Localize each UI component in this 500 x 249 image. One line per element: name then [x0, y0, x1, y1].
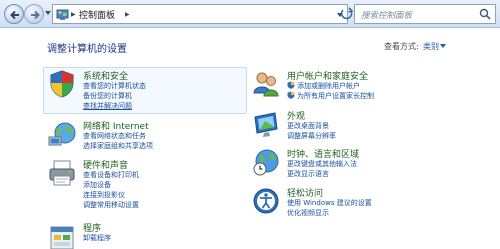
link-add-remove-accounts[interactable]: 添加或删除用户帐户 — [297, 81, 360, 91]
clock-globe-icon — [253, 149, 279, 176]
navigation-bar: ▶ 控制面板 ▶ 搜索控制面板 — [0, 0, 500, 28]
link-backup-computer[interactable]: 备份您的计算机 — [83, 91, 132, 101]
link-find-fix-problems[interactable]: 查找并解决问题 — [83, 101, 132, 111]
view-by-label: 查看方式: — [384, 42, 419, 51]
users-icon — [253, 72, 279, 97]
breadcrumb-arrow[interactable]: ▶ — [125, 11, 130, 18]
back-button[interactable] — [4, 4, 24, 24]
chevron-down-icon[interactable] — [440, 44, 446, 48]
control-panel-icon — [56, 9, 69, 20]
search-box[interactable]: 搜索控制面板 — [354, 4, 496, 24]
forward-arrow-icon — [31, 10, 40, 20]
link-connect-projector[interactable]: 连接到投影仪 — [83, 190, 125, 200]
forward-button[interactable] — [24, 4, 44, 24]
link-parental-controls[interactable]: 为所有用户设置家长控制 — [297, 91, 374, 101]
link-homegroup-sharing[interactable]: 选择家庭组和共享选项 — [83, 141, 153, 151]
search-placeholder: 搜索控制面板 — [361, 11, 413, 21]
link-view-network-status[interactable]: 查看网络状态和任务 — [83, 131, 146, 141]
link-change-display-language[interactable]: 更改显示语言 — [287, 169, 329, 179]
view-by-selector[interactable]: 类别 — [423, 41, 439, 52]
link-screen-resolution[interactable]: 调整屏幕分辨率 — [287, 131, 336, 141]
recent-pages-dropdown[interactable] — [45, 11, 51, 15]
main-content: 调整计算机的设置 查看方式: 类别 系统和安全 查看您的计算机状态 备份您的计算… — [0, 29, 500, 249]
programs-icon — [50, 226, 74, 249]
network-globe-icon — [48, 122, 76, 146]
link-change-keyboard-input[interactable]: 更改键盘或其他输入法 — [287, 159, 357, 169]
shield-small-icon — [287, 91, 295, 99]
address-bar[interactable]: ▶ 控制面板 ▶ — [52, 4, 348, 24]
page-title: 调整计算机的设置 — [47, 44, 127, 55]
shield-icon — [50, 70, 74, 98]
ease-of-access-icon — [253, 188, 279, 214]
link-devices-printers[interactable]: 查看设备和打印机 — [83, 170, 139, 180]
back-arrow-icon — [10, 10, 19, 20]
link-add-device[interactable]: 添加设备 — [83, 180, 111, 190]
link-uninstall-program[interactable]: 卸载程序 — [83, 233, 111, 243]
address-separator[interactable]: ▶ — [71, 11, 76, 18]
link-optimize-visual-display[interactable]: 优化视频显示 — [287, 208, 329, 218]
search-icon[interactable] — [479, 8, 491, 20]
breadcrumb-control-panel[interactable]: 控制面板 — [79, 8, 115, 21]
link-windows-suggested-settings[interactable]: 使用 Windows 建议的设置 — [287, 198, 372, 208]
shield-small-icon — [287, 81, 295, 89]
link-change-background[interactable]: 更改桌面背景 — [287, 121, 329, 131]
link-view-computer-status[interactable]: 查看您的计算机状态 — [83, 81, 146, 91]
printer-icon — [49, 160, 75, 186]
link-mobility-settings[interactable]: 调整常用移动设置 — [83, 200, 139, 210]
display-icon — [254, 112, 278, 137]
